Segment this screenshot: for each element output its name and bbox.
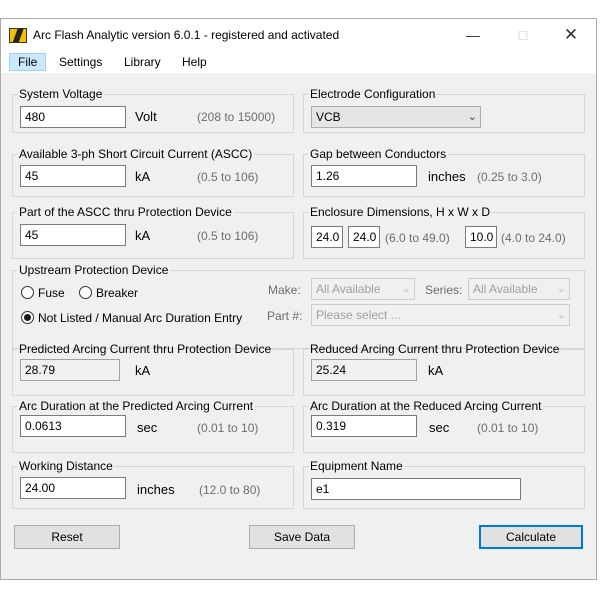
arc-duration-reduced-unit: sec xyxy=(429,420,450,435)
arc-duration-predicted-unit: sec xyxy=(137,420,158,435)
enclosure-depth-input[interactable]: 10.0 xyxy=(465,226,497,248)
chevron-down-icon: ⌄ xyxy=(401,283,411,295)
equipment-name-input[interactable]: e1 xyxy=(311,478,521,500)
menu-help[interactable]: Help xyxy=(174,53,215,71)
minimize-icon[interactable]: — xyxy=(456,23,490,47)
enclosure-width-input[interactable]: 24.0 xyxy=(348,226,380,248)
breaker-radio[interactable] xyxy=(79,286,92,299)
equipment-name-legend: Equipment Name xyxy=(310,459,403,473)
predicted-arcing-legend: Predicted Arcing Current thru Protection… xyxy=(19,342,272,356)
electrode-config-select[interactable]: VCB ⌄ xyxy=(311,106,481,128)
enclosure-height-input[interactable]: 24.0 xyxy=(311,226,343,248)
system-voltage-legend: System Voltage xyxy=(19,87,103,101)
window-title: Arc Flash Analytic version 6.0.1 - regis… xyxy=(33,28,340,42)
gap-legend: Gap between Conductors xyxy=(310,147,447,161)
enclosure-legend: Enclosure Dimensions, H x W x D xyxy=(310,205,491,219)
series-label: Series: xyxy=(425,283,463,297)
enclosure-hw-range: (6.0 to 49.0) xyxy=(385,231,450,245)
chevron-down-icon: ⌄ xyxy=(467,111,477,123)
reduced-arcing-legend: Reduced Arcing Current thru Protection D… xyxy=(310,342,560,356)
ascc-range: (0.5 to 106) xyxy=(197,170,259,184)
arc-duration-reduced-legend: Arc Duration at the Reduced Arcing Curre… xyxy=(310,399,542,413)
part-select: Please select ... ⌄ xyxy=(311,304,570,326)
series-select: All Available ⌄ xyxy=(468,278,570,300)
menu-settings[interactable]: Settings xyxy=(51,53,110,71)
reduced-arcing-unit: kA xyxy=(428,363,444,378)
app-logo-icon xyxy=(9,28,27,43)
make-label: Make: xyxy=(268,283,301,297)
save-data-button[interactable]: Save Data xyxy=(249,525,355,549)
upstream-legend: Upstream Protection Device xyxy=(19,263,169,277)
app-window: Arc Flash Analytic version 6.0.1 - regis… xyxy=(0,18,597,580)
not-listed-label[interactable]: Not Listed / Manual Arc Duration Entry xyxy=(38,311,242,325)
make-select-value: All Available xyxy=(316,282,381,296)
working-distance-input[interactable]: 24.00 xyxy=(20,477,126,499)
series-select-value: All Available xyxy=(473,282,538,296)
predicted-arcing-value: 28.79 xyxy=(20,359,120,381)
reduced-arcing-value: 25.24 xyxy=(311,359,417,381)
arc-duration-reduced-input[interactable]: 0.319 xyxy=(311,415,417,437)
predicted-arcing-unit: kA xyxy=(135,363,151,378)
system-voltage-input[interactable]: 480 xyxy=(20,106,126,128)
gap-range: (0.25 to 3.0) xyxy=(477,170,542,184)
close-icon[interactable]: ✕ xyxy=(554,23,588,47)
fuse-label[interactable]: Fuse xyxy=(38,286,65,300)
electrode-config-value: VCB xyxy=(316,110,341,124)
working-distance-unit: inches xyxy=(137,482,175,497)
working-distance-range: (12.0 to 80) xyxy=(199,483,261,497)
working-distance-legend: Working Distance xyxy=(19,459,113,473)
menu-bar: File Settings Library Help xyxy=(1,51,596,73)
arc-duration-predicted-input[interactable]: 0.0613 xyxy=(20,415,126,437)
ascc-thru-unit: kA xyxy=(135,228,151,243)
maximize-icon: □ xyxy=(518,27,528,43)
arc-duration-predicted-legend: Arc Duration at the Predicted Arcing Cur… xyxy=(19,399,254,413)
fuse-radio[interactable] xyxy=(21,286,34,299)
reset-button[interactable]: Reset xyxy=(14,525,120,549)
arc-duration-reduced-range: (0.01 to 10) xyxy=(477,421,539,435)
arc-duration-predicted-range: (0.01 to 10) xyxy=(197,421,259,435)
calculate-button[interactable]: Calculate xyxy=(479,525,583,549)
electrode-config-legend: Electrode Configuration xyxy=(310,87,436,101)
part-select-value: Please select ... xyxy=(316,308,401,322)
ascc-legend: Available 3-ph Short Circuit Current (AS… xyxy=(19,147,253,161)
gap-unit: inches xyxy=(428,169,466,184)
ascc-thru-range: (0.5 to 106) xyxy=(197,229,259,243)
gap-input[interactable]: 1.26 xyxy=(311,165,417,187)
ascc-thru-legend: Part of the ASCC thru Protection Device xyxy=(19,205,232,219)
not-listed-radio[interactable] xyxy=(21,311,34,324)
chevron-down-icon: ⌄ xyxy=(556,283,566,295)
breaker-label[interactable]: Breaker xyxy=(96,286,138,300)
title-bar: Arc Flash Analytic version 6.0.1 - regis… xyxy=(1,19,596,51)
ascc-thru-input[interactable]: 45 xyxy=(20,224,126,246)
ascc-input[interactable]: 45 xyxy=(20,165,126,187)
chevron-down-icon: ⌄ xyxy=(556,309,566,321)
system-voltage-range: (208 to 15000) xyxy=(197,110,276,124)
make-select: All Available ⌄ xyxy=(311,278,415,300)
menu-library[interactable]: Library xyxy=(116,53,169,71)
menu-file[interactable]: File xyxy=(9,53,47,71)
system-voltage-unit: Volt xyxy=(135,109,157,124)
enclosure-depth-range: (4.0 to 24.0) xyxy=(501,231,566,245)
ascc-unit: kA xyxy=(135,169,151,184)
part-label: Part #: xyxy=(267,309,303,323)
